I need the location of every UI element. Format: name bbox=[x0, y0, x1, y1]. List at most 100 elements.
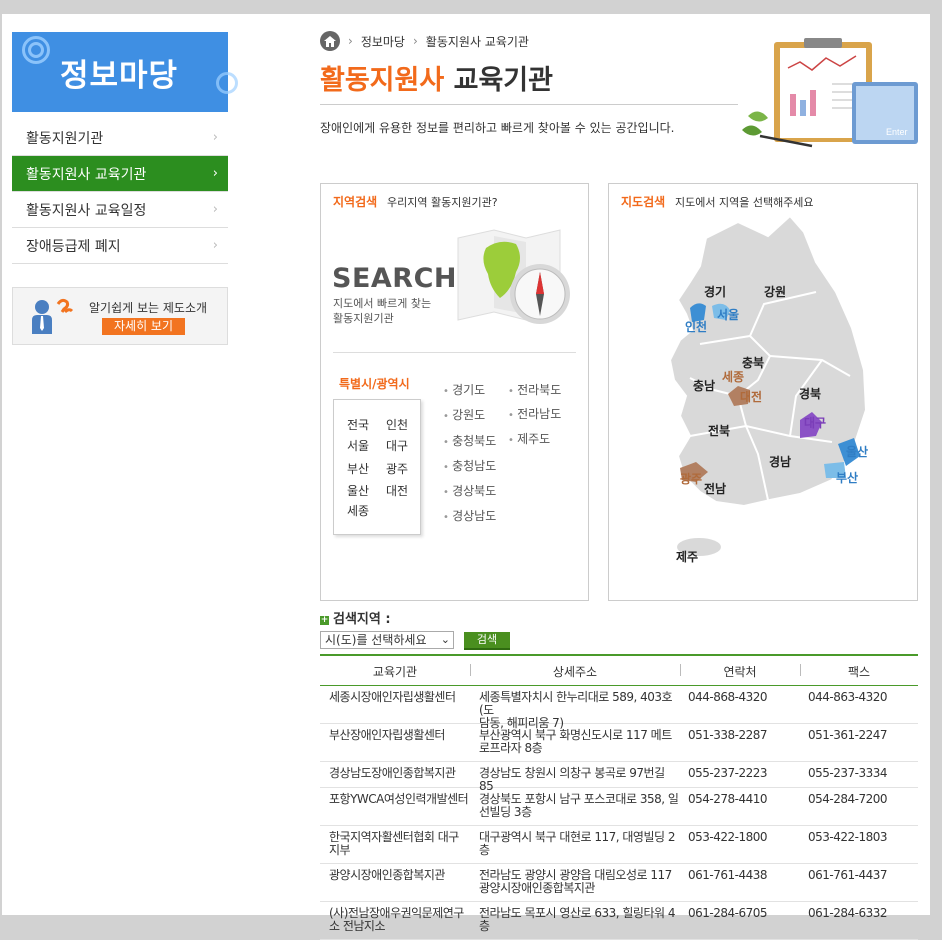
metro-link[interactable]: 서울 bbox=[347, 437, 369, 454]
cell-institution[interactable]: 세종시장애인자립생활센터 bbox=[329, 691, 471, 704]
province-link[interactable]: 전라북도 bbox=[508, 381, 561, 398]
region-select[interactable]: 시(도)를 선택하세요 ⌄ bbox=[320, 631, 454, 649]
map-label-gyeongnam[interactable]: 경남 bbox=[769, 453, 791, 470]
map-label-jeonbuk[interactable]: 전북 bbox=[708, 422, 730, 439]
cell-institution[interactable]: 부산장애인자립생활센터 bbox=[329, 729, 471, 742]
page-description: 장애인에게 유용한 정보를 편리하고 빠르게 찾아볼 수 있는 공간입니다. bbox=[320, 121, 675, 135]
home-icon[interactable] bbox=[320, 31, 340, 51]
chevron-right-icon: › bbox=[212, 130, 218, 145]
sidebar-item-education-institutions[interactable]: 활동지원사 교육기관 › bbox=[12, 156, 228, 192]
province-link[interactable]: 경상북도 bbox=[443, 482, 496, 499]
table-row: (사)전남장애우권익문제연구 소 전남지소 전라남도 목포시 영산로 633, 힐링… bbox=[320, 902, 918, 940]
cell-address-line: 층 bbox=[479, 843, 490, 857]
breadcrumb-item[interactable]: 활동지원사 교육기관 bbox=[426, 33, 529, 50]
cell-institution[interactable]: 광양시장애인종합복지관 bbox=[329, 869, 471, 882]
plus-icon: + bbox=[320, 615, 329, 625]
korea-map[interactable] bbox=[640, 210, 910, 570]
sidebar-menu: 활동지원기관 › 활동지원사 교육기관 › 활동지원사 교육일정 › 장애등급제… bbox=[12, 120, 228, 264]
breadcrumb-item[interactable]: 정보마당 bbox=[361, 33, 405, 50]
cell-institution-line: 부산장애인자립생활센터 bbox=[329, 728, 445, 742]
map-label-gangwon[interactable]: 강원 bbox=[764, 283, 786, 300]
cell-address: 경상북도 포항시 남구 포스코대로 358, 일 선빌딩 3층 bbox=[479, 793, 679, 819]
metro-link[interactable]: 울산 bbox=[347, 482, 369, 499]
map-label-gwangju[interactable]: 광주 bbox=[680, 470, 702, 487]
cell-institution-line: 광양시장애인종합복지관 bbox=[329, 868, 445, 882]
metro-link[interactable]: 대구 bbox=[386, 437, 408, 454]
table-header: 교육기관 상세주소 연락처 팩스 bbox=[320, 654, 918, 686]
cell-address: 대구광역시 북구 대현로 117, 대영빌딩 2층 bbox=[479, 831, 679, 857]
cell-fax: 055-237-3334 bbox=[808, 766, 888, 780]
column-header-fax: 팩스 bbox=[847, 665, 871, 679]
column-header-phone: 연락처 bbox=[723, 665, 757, 679]
province-link[interactable]: 경기도 bbox=[443, 381, 485, 398]
metro-title: 특별시/광역시 bbox=[339, 377, 410, 391]
sidebar-item-education-schedule[interactable]: 활동지원사 교육일정 › bbox=[12, 192, 228, 228]
search-button[interactable]: 검색 bbox=[464, 632, 510, 650]
search-heading: SEARCH bbox=[332, 263, 457, 294]
metro-link[interactable]: 대전 bbox=[386, 482, 408, 499]
province-link[interactable]: 경상남도 bbox=[443, 507, 496, 524]
search-region-label: + 검색지역 : bbox=[320, 608, 391, 627]
cell-institution-line: 지부 bbox=[329, 843, 351, 857]
metro-link[interactable]: 세종 bbox=[347, 502, 369, 519]
cell-institution[interactable]: 경상남도장애인종합복지관 bbox=[329, 767, 471, 780]
cell-address-line: 세종특별자치시 한누리대로 589, 403호(도 bbox=[479, 690, 673, 717]
map-label-ulsan[interactable]: 울산 bbox=[846, 443, 868, 460]
cell-institution[interactable]: (사)전남장애우권익문제연구 소 전남지소 bbox=[329, 907, 471, 933]
cell-institution-line: 포항YWCA여성인력개발센터 bbox=[329, 792, 469, 806]
cell-phone: 061-284-6705 bbox=[688, 906, 768, 920]
metro-link[interactable]: 전국 bbox=[347, 416, 369, 433]
province-link[interactable]: 강원도 bbox=[443, 406, 485, 423]
metro-link[interactable]: 광주 bbox=[386, 460, 408, 477]
promo-text: 알기쉽게 보는 제도소개 bbox=[89, 301, 208, 315]
map-compass-icon bbox=[457, 229, 570, 324]
breadcrumb-separator-icon: › bbox=[412, 34, 418, 48]
cell-phone: 044-868-4320 bbox=[688, 690, 768, 704]
column-header-address: 상세주소 bbox=[552, 665, 598, 679]
swirl-decoration bbox=[216, 72, 238, 94]
province-link[interactable]: 충청북도 bbox=[443, 432, 496, 449]
chevron-down-icon: ⌄ bbox=[440, 633, 450, 646]
sidebar-item-label: 활동지원사 교육기관 bbox=[26, 166, 147, 183]
cell-phone: 051-338-2287 bbox=[688, 728, 768, 742]
metro-link[interactable]: 인천 bbox=[386, 416, 408, 433]
clipboard-illustration: Enter bbox=[742, 38, 918, 148]
person-question-icon bbox=[32, 298, 74, 334]
cell-address: 부산광역시 북구 화명신도시로 117 메트 로프라자 8층 bbox=[479, 729, 679, 755]
metro-link[interactable]: 부산 bbox=[347, 460, 369, 477]
cell-fax: 051-361-2247 bbox=[808, 728, 888, 742]
chevron-right-icon: › bbox=[212, 202, 218, 217]
map-label-chungbuk[interactable]: 충북 bbox=[742, 354, 764, 371]
map-label-gyeongbuk[interactable]: 경북 bbox=[799, 385, 821, 402]
region-search-heading: 지역검색 우리지역 활동지원기관? bbox=[333, 193, 498, 210]
map-label-busan[interactable]: 부산 bbox=[836, 469, 858, 486]
cell-institution[interactable]: 한국지역자활센터협회 대구 지부 bbox=[329, 831, 471, 857]
sidebar-item-label: 장애등급제 폐지 bbox=[26, 238, 121, 255]
title-divider bbox=[320, 104, 738, 105]
map-label-incheon[interactable]: 인천 bbox=[685, 318, 707, 335]
province-link[interactable]: 충청남도 bbox=[443, 457, 496, 474]
sidebar-item-grade-abolition[interactable]: 장애등급제 폐지 › bbox=[12, 228, 228, 264]
cell-fax: 061-284-6332 bbox=[808, 906, 888, 920]
map-label-seoul[interactable]: 서울 bbox=[717, 306, 739, 323]
map-label-jeju[interactable]: 제주 bbox=[676, 548, 698, 565]
map-label-jeonnam[interactable]: 전남 bbox=[704, 480, 726, 497]
province-link[interactable]: 제주도 bbox=[508, 430, 550, 447]
map-label-gyeonggi[interactable]: 경기 bbox=[704, 283, 726, 300]
map-label-daejeon[interactable]: 대전 bbox=[740, 388, 762, 405]
column-header-institution: 교육기관 bbox=[372, 665, 418, 679]
map-label-chungnam[interactable]: 충남 bbox=[693, 377, 715, 394]
map-label-sejong[interactable]: 세종 bbox=[722, 368, 744, 385]
institution-table: 교육기관 상세주소 연락처 팩스 세종시장애인자립생활센터 세종특별자치시 한누리… bbox=[320, 654, 918, 940]
breadcrumb-separator-icon: › bbox=[348, 34, 353, 48]
cell-address: 전라남도 광양시 광양읍 대림오성로 117 광양시장애인종합복지관 bbox=[479, 869, 679, 895]
map-label-daegu[interactable]: 대구 bbox=[804, 414, 826, 431]
cell-address-line: 전라남도 목포시 영산로 633, 힐링타워 4 bbox=[479, 906, 676, 920]
breadcrumb: › 정보마당 › 활동지원사 교육기관 bbox=[320, 31, 529, 51]
table-row: 광양시장애인종합복지관 전라남도 광양시 광양읍 대림오성로 117 광양시장애인종… bbox=[320, 864, 918, 902]
sidebar-item-activity-agencies[interactable]: 활동지원기관 › bbox=[12, 120, 228, 156]
province-link[interactable]: 전라남도 bbox=[508, 405, 561, 422]
cell-institution[interactable]: 포항YWCA여성인력개발센터 bbox=[329, 793, 471, 806]
promo-detail-button[interactable]: 자세히 보기 bbox=[102, 318, 185, 335]
cell-address-line: 로프라자 8층 bbox=[479, 741, 543, 755]
